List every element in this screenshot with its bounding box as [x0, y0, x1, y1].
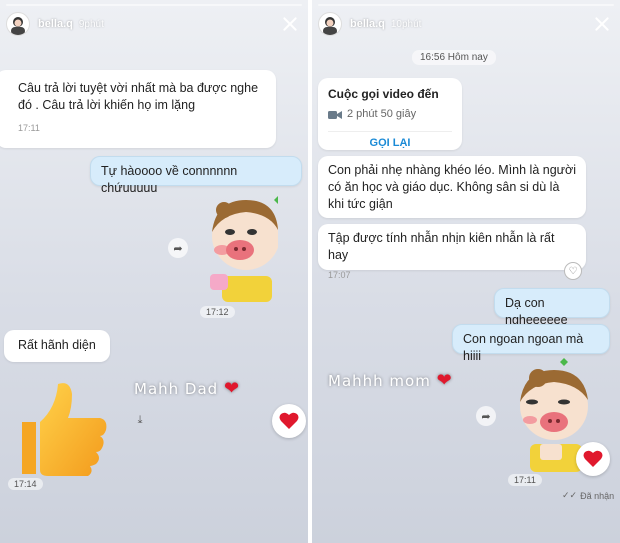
share-icon[interactable]: ➦ [168, 238, 188, 258]
status-text: Đã nhận [580, 490, 615, 501]
story-right: bella.q 10phút 16:56 Hôm nay Cuộc gọi vi… [312, 0, 620, 543]
caption-text: Mahhh mom [328, 372, 431, 390]
message-sent: Dạ con ngheeeeee [494, 288, 610, 327]
message-received: Tập được tính nhẫn nhịn kiên nhẫn là rất… [318, 224, 586, 280]
heart-icon [279, 412, 299, 429]
sticker-girl-cup[interactable] [200, 192, 282, 304]
delivery-status: ✓✓ Đã nhận [562, 490, 614, 501]
message-received: Con phải nhẹ nhàng khéo léo. Mình là ngư… [318, 156, 586, 218]
story-caption: Mahh Dad ❤ [134, 378, 240, 399]
message-received: Rất hãnh diện [4, 330, 110, 362]
heart-like-button[interactable] [272, 404, 306, 438]
message-time: 17:14 [8, 478, 43, 490]
avatar[interactable] [318, 12, 342, 36]
story-header: bella.q 10phút [318, 10, 612, 38]
post-time: 9phút [78, 18, 104, 30]
message-time: 17:12 [200, 306, 235, 318]
heart-icon: ❤ [436, 370, 453, 391]
story-caption: Mahhh mom ❤ [328, 370, 453, 391]
heart-like-button[interactable] [576, 442, 610, 476]
call-card: Cuộc gọi video đến 2 phút 50 giây GỌI LẠ… [318, 78, 462, 150]
heart-icon [583, 450, 603, 467]
username[interactable]: bella.q [350, 18, 385, 30]
message-time: 17:11 [18, 123, 40, 133]
thumbs-up-icon[interactable] [14, 378, 110, 478]
call-duration: 2 phút 50 giây [347, 108, 417, 120]
date-chip: 16:56 Hôm nay [412, 50, 496, 65]
message-sent: Con ngoan ngoan mà hiiii [452, 324, 610, 363]
story-progress-bar [318, 4, 614, 6]
message-text: Tập được tính nhẫn nhịn kiên nhẫn là rất… [328, 231, 555, 262]
share-icon[interactable]: ➦ [476, 406, 496, 426]
call-duration-row: 2 phút 50 giây [328, 106, 452, 123]
post-time: 10phút [390, 18, 422, 30]
double-check-icon: ✓✓ [562, 490, 578, 500]
call-title: Cuộc gọi video đến [328, 87, 439, 101]
message-received: Câu trả lời tuyệt vời nhất mà ba được ng… [0, 70, 276, 148]
heart-react-icon[interactable]: ♡ [564, 262, 582, 280]
heart-icon: ❤ [223, 378, 241, 399]
call-back-button[interactable]: GỌI LẠI [328, 131, 452, 152]
message-text: Câu trả lời tuyệt vời nhất mà ba được ng… [18, 81, 259, 112]
download-icon[interactable]: ⤓ [130, 410, 150, 430]
close-icon[interactable] [592, 14, 612, 34]
story-header: bella.q 9phút [6, 10, 300, 38]
message-sent: Tự hàoooo về connnnnn chứuuuuu [90, 156, 302, 195]
message-text: Rất hãnh diện [18, 338, 96, 352]
username[interactable]: bella.q [38, 18, 73, 30]
message-time: 17:07 [328, 270, 351, 280]
caption-text: Mahh Dad [134, 380, 219, 398]
avatar[interactable] [6, 12, 30, 36]
message-text: Con phải nhẹ nhàng khéo léo. Mình là ngư… [328, 163, 576, 211]
close-icon[interactable] [280, 14, 300, 34]
story-progress-bar [6, 4, 302, 6]
message-time: 17:11 [508, 474, 542, 486]
story-left: bella.q 9phút Câu trả lời tuyệt vời nhất… [0, 0, 308, 543]
video-call-icon [328, 110, 342, 119]
